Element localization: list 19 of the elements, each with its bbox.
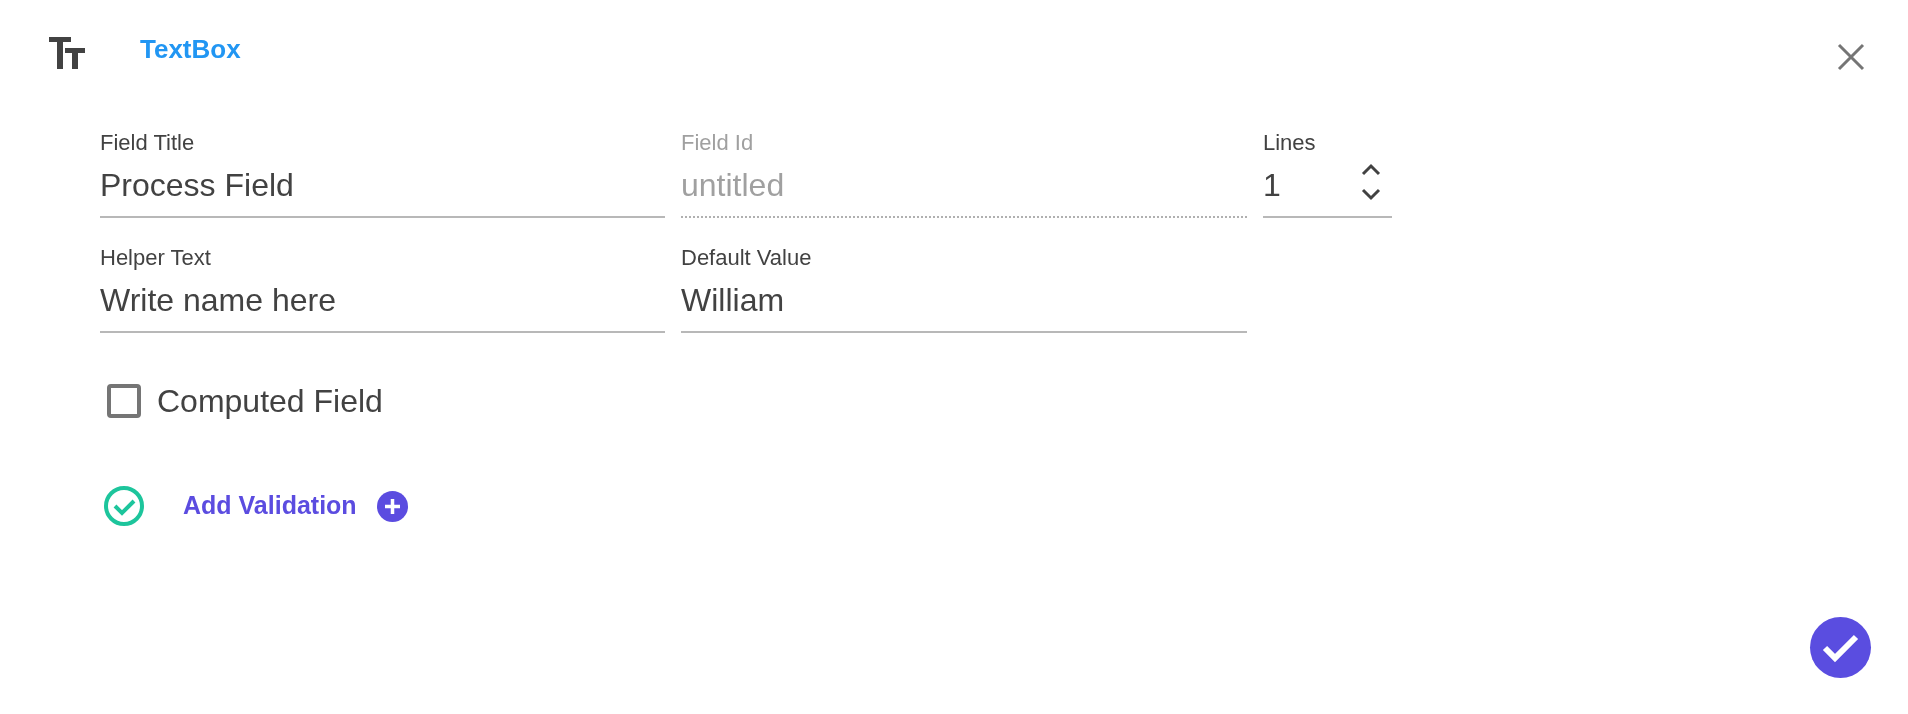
dialog-title: TextBox <box>140 32 241 66</box>
spinner-icon[interactable] <box>1360 162 1382 202</box>
checkbox-label: Computed Field <box>157 382 383 421</box>
add-validation-link[interactable]: Add Validation <box>183 487 357 525</box>
input-field[interactable]: William <box>681 277 1247 333</box>
plus-circle-icon[interactable] <box>376 490 408 522</box>
checkbox[interactable] <box>107 384 141 418</box>
check-circle-icon <box>103 485 145 527</box>
field-label: Lines <box>1263 130 1317 156</box>
confirm-button[interactable] <box>1810 617 1871 678</box>
input-field[interactable]: Write name here <box>100 277 665 333</box>
field-label: Field Title <box>100 130 196 156</box>
input-field[interactable]: Process Field <box>100 162 665 218</box>
field-label: Default Value <box>681 245 813 271</box>
number-field[interactable]: 1 <box>1263 162 1392 218</box>
field-label: Field Id <box>681 130 755 156</box>
check-icon <box>1821 632 1860 663</box>
close-button[interactable] <box>1836 42 1866 72</box>
field-label: Helper Text <box>100 245 212 271</box>
